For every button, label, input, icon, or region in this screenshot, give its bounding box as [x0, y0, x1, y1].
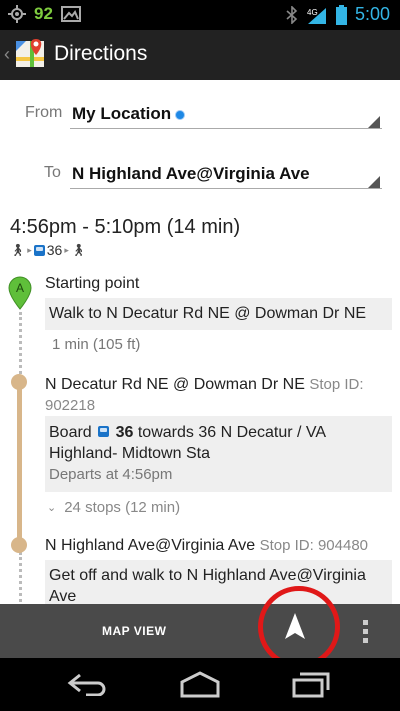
stop-marker	[11, 537, 27, 553]
up-caret-icon[interactable]: ‹	[4, 44, 10, 65]
route-number: 36	[46, 242, 63, 258]
bus-icon	[98, 426, 110, 437]
network-type: 4G	[307, 8, 318, 17]
status-bar: 92 4G 5:00	[0, 0, 400, 30]
svg-text:A: A	[16, 281, 24, 295]
clock: 5:00	[354, 4, 390, 24]
picture-icon	[60, 6, 81, 22]
stop-title: N Highland Ave@Virginia Ave Stop ID: 904…	[45, 537, 368, 555]
stop-marker	[11, 374, 27, 390]
signal-icon: 4G	[307, 7, 326, 24]
from-label: From	[25, 104, 63, 121]
transit-line	[17, 380, 22, 544]
step-instruction-card[interactable]: Get off and walk to N Highland Ave@Virgi…	[45, 560, 392, 610]
step-instruction: Walk to N Decatur Rd NE @ Dowman Dr NE	[49, 305, 367, 322]
back-icon[interactable]	[66, 672, 110, 696]
step-instruction-card[interactable]: Walk to N Decatur Rd NE @ Dowman Dr NE	[45, 298, 392, 330]
recents-icon[interactable]	[292, 670, 332, 698]
overflow-menu-icon[interactable]	[363, 620, 368, 643]
dropdown-corner-icon	[368, 176, 380, 188]
trip-time-range: 4:56pm - 5:10pm (14 min)	[10, 216, 241, 238]
navigation-arrow-icon[interactable]	[284, 612, 306, 640]
from-value: My Location	[72, 104, 186, 124]
step-title: Starting point	[45, 275, 140, 292]
trip-modes: 🚶︎ ▸ 36 ▸ 🚶︎	[10, 242, 86, 258]
stop-name: N Decatur Rd NE @ Dowman Dr NE	[45, 376, 305, 393]
walk-line	[19, 312, 22, 374]
to-field[interactable]: N Highland Ave@Virginia Ave	[70, 158, 382, 190]
stop-id: Stop ID: 904480	[259, 537, 369, 554]
stop-name: N Highland Ave@Virginia Ave	[45, 537, 256, 554]
to-label: To	[44, 164, 61, 181]
start-pin-icon: A	[8, 276, 32, 310]
walk-line	[19, 552, 22, 608]
to-value: N Highland Ave@Virginia Ave	[72, 164, 310, 183]
gps-icon	[8, 5, 26, 23]
page-title: Directions	[54, 42, 148, 65]
board-card[interactable]: Board 36 towards 36 N Decatur / VA Highl…	[45, 416, 392, 492]
chevron-down-icon: ⌄	[47, 502, 57, 514]
walk-icon: 🚶︎	[10, 243, 26, 257]
bus-icon	[33, 244, 45, 256]
map-view-button[interactable]: MAP VIEW	[102, 624, 166, 638]
chevron-right-icon: ▸	[27, 244, 32, 255]
stops-expander[interactable]: ⌄ 24 stops (12 min)	[47, 499, 180, 516]
departure-time: Departs at 4:56pm	[49, 466, 173, 483]
stops-summary: 24 stops (12 min)	[64, 499, 181, 516]
notification-count: 92	[34, 4, 53, 23]
chevron-right-icon: ▸	[64, 244, 69, 255]
walk-icon: 🚶︎	[70, 243, 87, 257]
bluetooth-icon	[286, 5, 298, 24]
system-nav-bar	[0, 658, 400, 711]
board-route: 36	[115, 424, 134, 441]
stop-title: N Decatur Rd NE @ Dowman Dr NE Stop ID: …	[45, 374, 390, 416]
from-field[interactable]: My Location	[70, 98, 382, 130]
maps-logo-icon[interactable]	[14, 37, 48, 71]
action-bar: ‹ Directions	[0, 30, 400, 80]
step-duration: 1 min (105 ft)	[52, 336, 141, 353]
home-icon[interactable]	[178, 670, 222, 698]
bottom-action-bar: MAP VIEW	[0, 604, 400, 658]
board-label: Board	[49, 424, 92, 441]
my-location-dot-icon	[175, 109, 186, 120]
battery-icon	[335, 4, 347, 25]
dropdown-corner-icon	[368, 116, 380, 128]
